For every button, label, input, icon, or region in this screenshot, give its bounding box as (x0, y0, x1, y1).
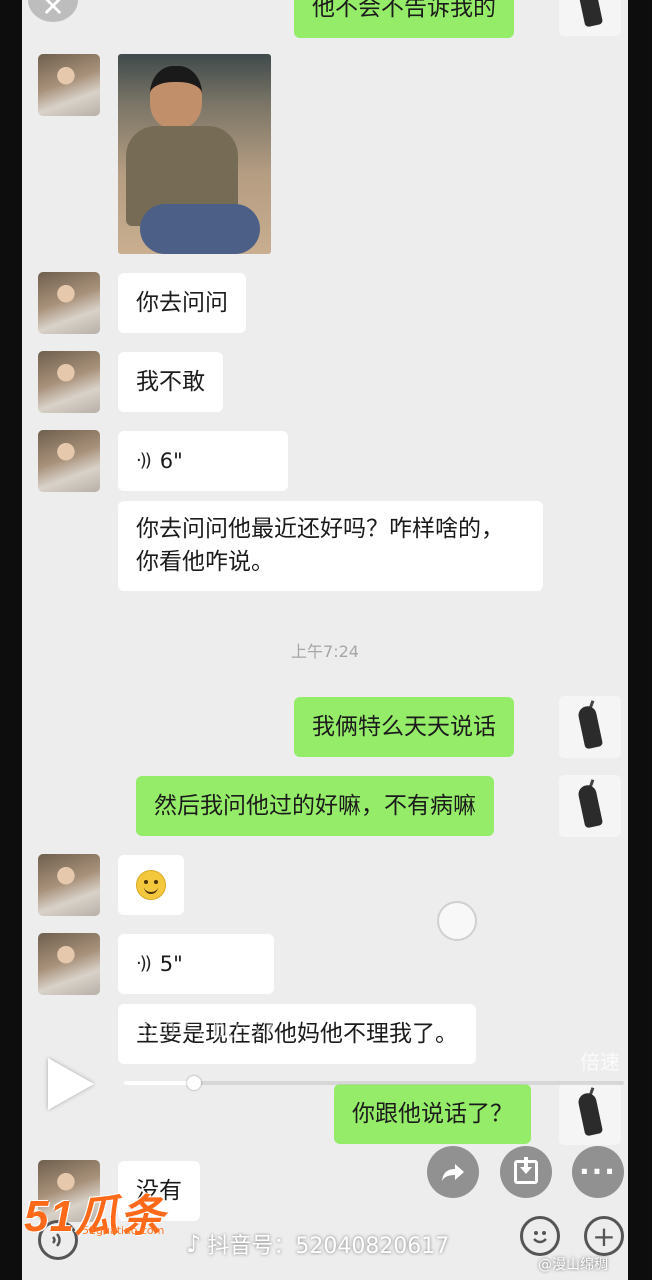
speed-button[interactable]: 倍速 (580, 1046, 620, 1075)
shared-photo[interactable] (118, 54, 271, 254)
contact-avatar (38, 933, 100, 995)
chat-bubble-sent: 我俩特么天天说话 (294, 697, 514, 757)
sender-avatar (559, 0, 621, 36)
contact-avatar (38, 272, 100, 334)
voice-wave-icon: ·)) (136, 953, 152, 974)
contact-avatar (38, 854, 100, 916)
more-icon: ··· (579, 1155, 617, 1188)
chat-screenshot-frame: 他不会不告诉我的 你去问问 我不敢 ·)) 6" 你去问问他最近还好吗？咋样啥的… (22, 0, 628, 1280)
sender-avatar (559, 696, 621, 758)
download-icon (514, 1157, 538, 1184)
progress-fill (124, 1081, 194, 1085)
weibo-watermark: @漫山绵稠 (538, 1257, 608, 1273)
emoji-icon[interactable] (520, 1216, 560, 1256)
voice-duration: 6" (159, 449, 183, 473)
progress-handle[interactable] (187, 1076, 201, 1090)
touch-indicator (437, 901, 477, 941)
play-icon[interactable] (48, 1058, 94, 1110)
left-letterbox (0, 0, 22, 1280)
smile-emoji-icon (136, 870, 166, 900)
playback-time: 00:07 / 00:57 (128, 1018, 276, 1042)
voice-message[interactable]: ·)) 6" (118, 431, 288, 491)
douyin-note-icon: ♪ (186, 1230, 202, 1258)
voice-duration: 5" (159, 952, 183, 976)
progress-bar[interactable] (124, 1076, 624, 1090)
chat-bubble-sent: 你跟他说话了？ (334, 1084, 531, 1144)
contact-avatar (38, 54, 100, 116)
logo-url-watermark: 51guatiao.com (82, 1224, 165, 1237)
chat-bubble-received: 你去问问他最近还好吗？咋样啥的，你看他咋说。 (118, 501, 543, 591)
chat-bubble-sent: 他不会不告诉我的 (294, 0, 514, 38)
download-button[interactable] (500, 1146, 552, 1198)
right-letterbox (628, 0, 652, 1280)
chat-bubble-received: 你去问问 (118, 273, 246, 333)
contact-avatar (38, 351, 100, 413)
message-timestamp: 上午7:24 (291, 642, 359, 661)
share-button[interactable] (427, 1146, 479, 1198)
douyin-watermark: ♪ 抖音号：52040820617 (186, 1228, 449, 1260)
contact-avatar (38, 430, 100, 492)
douyin-id: 抖音号：52040820617 (207, 1234, 450, 1259)
sender-avatar (559, 775, 621, 837)
plus-icon[interactable]: + (584, 1216, 624, 1256)
voice-wave-icon: ·)) (136, 450, 152, 471)
more-button[interactable]: ··· (572, 1146, 624, 1198)
sender-avatar (559, 1083, 621, 1145)
share-icon (442, 1164, 464, 1181)
voice-message[interactable]: ·)) 5" (118, 934, 274, 994)
chat-bubble-sent: 然后我问他过的好嘛，不有病嘛 (136, 776, 494, 836)
chat-bubble-received: 我不敢 (118, 352, 223, 412)
